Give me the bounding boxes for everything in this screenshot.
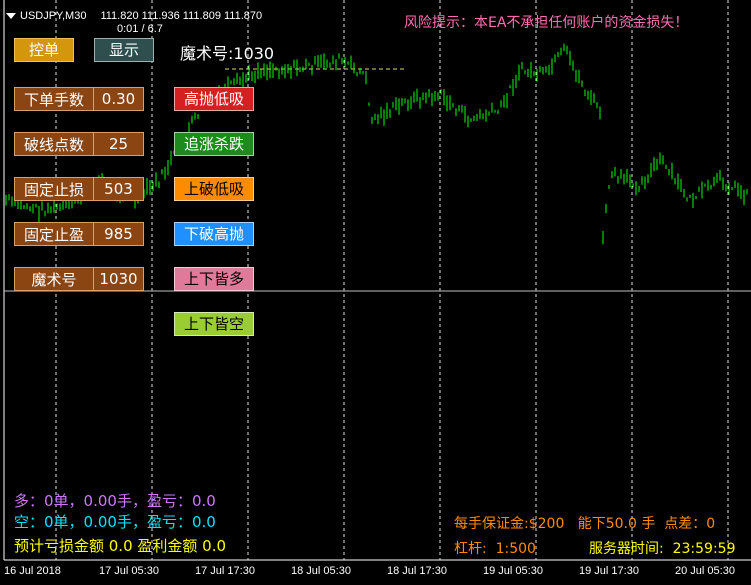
param-break-points[interactable]: 破线点数 25 bbox=[14, 132, 144, 156]
short-position-status: 空：0单，0.00手，盈亏：0.0 bbox=[14, 513, 216, 531]
param-value-input[interactable]: 1030 bbox=[94, 267, 144, 291]
param-stop-loss[interactable]: 固定止损 503 bbox=[14, 177, 144, 201]
x-axis-label: 17 Jul 17:30 bbox=[195, 565, 255, 577]
dropdown-triangle-icon[interactable] bbox=[6, 13, 16, 19]
long-position-status: 多：0单，0.00手，盈亏：0.0 bbox=[14, 492, 216, 510]
x-axis-label: 19 Jul 05:30 bbox=[483, 565, 543, 577]
symbol-timeframe: USDJPY,M30 bbox=[20, 10, 87, 22]
param-label: 魔术号 bbox=[14, 267, 94, 291]
margin-info: 每手保证金:$200 能下50.0 手 点差：0 bbox=[454, 516, 716, 532]
strategy-button-break-up-buy-low[interactable]: 上破低吸 bbox=[174, 177, 254, 201]
strategy-button-sell-high-buy-low[interactable]: 高抛低吸 bbox=[174, 87, 254, 111]
x-axis-label: 20 Jul 05:30 bbox=[675, 565, 735, 577]
chart-header: USDJPY,M30 111.820 111.936 111.809 111.8… bbox=[6, 10, 262, 22]
x-axis-label: 18 Jul 17:30 bbox=[387, 565, 447, 577]
risk-warning: 风险提示：本EA不承担任何账户的资金损失！ bbox=[404, 15, 689, 31]
param-label: 破线点数 bbox=[14, 132, 94, 156]
x-axis-label: 17 Jul 05:30 bbox=[99, 565, 159, 577]
param-value-input[interactable]: 503 bbox=[94, 177, 144, 201]
param-take-profit[interactable]: 固定止盈 985 bbox=[14, 222, 144, 246]
server-time: 服务器时间: 23:59:59 bbox=[589, 541, 736, 557]
strategy-button-chase-trend[interactable]: 追涨杀跌 bbox=[174, 132, 254, 156]
leverage-info: 杠杆: 1:500 bbox=[454, 541, 536, 557]
x-axis-label: 19 Jul 17:30 bbox=[579, 565, 639, 577]
strategy-button-break-down-sell-high[interactable]: 下破高抛 bbox=[174, 222, 254, 246]
param-value-input[interactable]: 985 bbox=[94, 222, 144, 246]
tick-counter: 0:01 / 6.7 bbox=[117, 23, 163, 35]
param-label: 固定止损 bbox=[14, 177, 94, 201]
x-axis-label: 16 Jul 2018 bbox=[4, 565, 61, 577]
param-value-input[interactable]: 0.30 bbox=[94, 87, 144, 111]
param-magic-number[interactable]: 魔术号 1030 bbox=[14, 267, 144, 291]
show-button[interactable]: 显示 bbox=[94, 38, 154, 62]
param-label: 固定止盈 bbox=[14, 222, 94, 246]
control-button[interactable]: 控单 bbox=[14, 38, 74, 62]
strategy-button-both-long[interactable]: 上下皆多 bbox=[174, 267, 254, 291]
grid-lines bbox=[55, 0, 729, 560]
magic-number-label: 魔术号:1030 bbox=[180, 44, 275, 63]
estimate-pnl: 预计亏损金额 0.0 盈利金额 0.0 bbox=[14, 537, 227, 555]
param-value-input[interactable]: 25 bbox=[94, 132, 144, 156]
x-axis-label: 18 Jul 05:30 bbox=[291, 565, 351, 577]
strategy-button-both-short[interactable]: 上下皆空 bbox=[174, 312, 254, 336]
ohlc-values: 111.820 111.936 111.809 111.870 bbox=[100, 10, 263, 22]
param-label: 下单手数 bbox=[14, 87, 94, 111]
param-lot-size[interactable]: 下单手数 0.30 bbox=[14, 87, 144, 111]
